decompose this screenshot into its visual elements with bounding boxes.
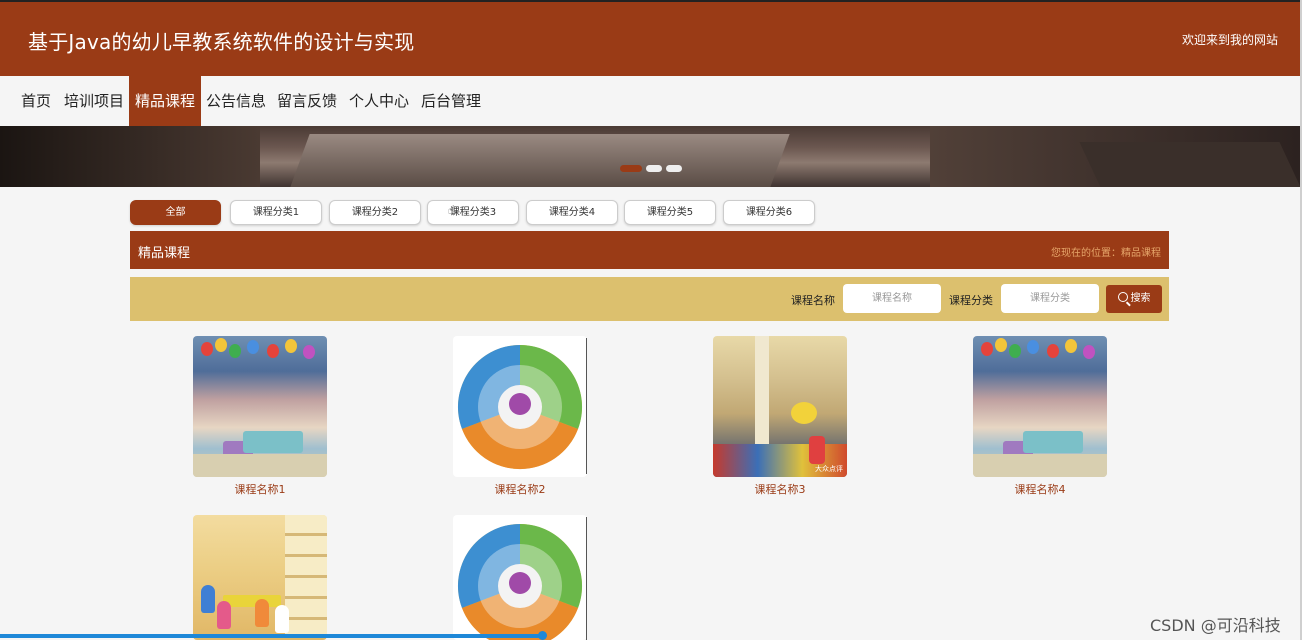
course-image-4[interactable] [973,336,1107,477]
category-tab-3[interactable]: 课程分类3 [427,200,519,225]
search-bar: 课程名称 课程分类 搜索 [130,277,1169,321]
search-icon [1117,292,1128,302]
nav-item-notices[interactable]: 公告信息 [204,76,268,126]
course-image-3[interactable]: 大众点评 [713,336,847,477]
course-name-input[interactable] [843,284,941,313]
course-category-input[interactable] [1001,284,1099,313]
course-image-6[interactable] [453,515,587,640]
course-image-2[interactable] [453,336,587,477]
course-image-5[interactable] [193,515,327,640]
nav-item-home[interactable]: 首页 [14,76,58,126]
course-name-4[interactable]: 课程名称4 [973,481,1107,497]
image-watermark: 大众点评 [815,465,843,473]
nav-item-admin[interactable]: 后台管理 [419,76,483,126]
section-title: 精品课程 [138,246,191,261]
course-name-3[interactable]: 课程名称3 [713,481,847,497]
search-button[interactable]: 搜索 [1106,285,1162,313]
category-tab-all[interactable]: 全部 [130,200,221,225]
section-header: 精品课程 您现在的位置：精品课程 [130,231,1169,269]
page-progress-bar [0,634,545,638]
carousel-dot-1[interactable] [620,165,642,172]
category-tab-5[interactable]: 课程分类5 [624,200,716,225]
category-tab-2[interactable]: 课程分类2 [329,200,421,225]
hand-cursor-icon: ☝ [448,203,456,217]
course-name-label: 课程名称 [791,294,835,307]
nav-item-profile[interactable]: 个人中心 [347,76,411,126]
csdn-watermark: CSDN @可沿科技 [1150,616,1281,635]
progress-knob[interactable] [538,631,547,640]
banner-carousel[interactable] [0,126,1300,187]
course-category-label: 课程分类 [949,294,993,307]
category-tab-6[interactable]: 课程分类6 [723,200,815,225]
nav-item-courses[interactable]: 精品课程 [129,76,201,126]
nav-item-training[interactable]: 培训项目 [62,76,126,126]
main-nav: 首页 培训项目 精品课程 公告信息 留言反馈 个人中心 后台管理 [0,76,1300,126]
course-name-1[interactable]: 课程名称1 [193,481,327,497]
site-header: 基于Java的幼儿早教系统软件的设计与实现 欢迎来到我的网站 [0,0,1300,76]
breadcrumb: 您现在的位置：精品课程 [1051,248,1161,259]
course-name-2[interactable]: 课程名称2 [453,481,587,497]
search-button-label: 搜索 [1130,293,1151,304]
site-title: 基于Java的幼儿早教系统软件的设计与实现 [28,30,415,54]
nav-item-feedback[interactable]: 留言反馈 [275,76,339,126]
category-tab-1[interactable]: 课程分类1 [230,200,322,225]
carousel-dot-2[interactable] [646,165,662,172]
category-tab-4[interactable]: 课程分类4 [526,200,618,225]
welcome-text: 欢迎来到我的网站 [1181,33,1278,47]
course-image-1[interactable] [193,336,327,477]
carousel-dot-3[interactable] [666,165,682,172]
